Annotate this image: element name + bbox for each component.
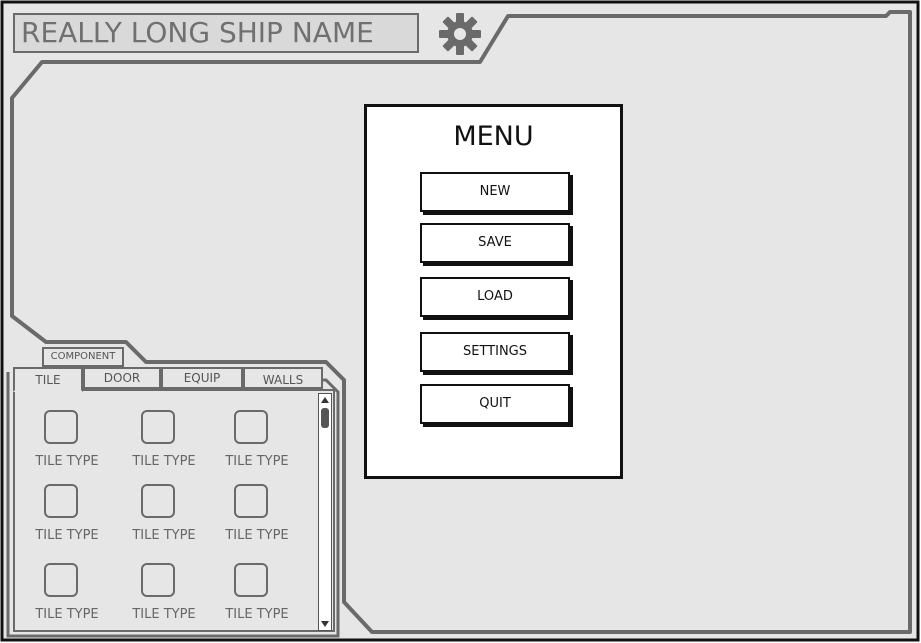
list-item[interactable]: TILE TYPE: [20, 484, 106, 554]
tile-type-icon: [44, 410, 78, 444]
ship-name-title[interactable]: REALLY LONG SHIP NAME: [13, 13, 419, 53]
tile-type-label: TILE TYPE: [132, 607, 196, 622]
tab-equip[interactable]: EQUIP: [161, 367, 243, 389]
tile-type-icon: [44, 563, 78, 597]
tile-type-icon: [44, 484, 78, 518]
gear-icon[interactable]: [436, 10, 484, 58]
tile-type-label: TILE TYPE: [132, 454, 196, 469]
tile-type-label: TILE TYPE: [225, 454, 289, 469]
tile-type-label: TILE TYPE: [225, 528, 289, 543]
list-item[interactable]: TILE TYPE: [210, 563, 296, 632]
scroll-down-arrow-icon[interactable]: [320, 619, 330, 629]
tab-tile[interactable]: TILE: [13, 367, 83, 392]
scroll-up-arrow-icon[interactable]: [320, 395, 330, 405]
list-item[interactable]: TILE TYPE: [20, 410, 106, 480]
menu-title: MENU: [453, 121, 534, 152]
tile-type-icon: [234, 563, 268, 597]
new-button[interactable]: NEW: [420, 172, 570, 212]
save-button[interactable]: SAVE: [420, 223, 570, 263]
tab-component[interactable]: COMPONENT: [42, 347, 124, 367]
tile-type-icon: [141, 410, 175, 444]
tile-type-label: TILE TYPE: [35, 454, 99, 469]
settings-button[interactable]: SETTINGS: [420, 332, 570, 372]
tile-type-icon: [234, 484, 268, 518]
tile-type-label: TILE TYPE: [35, 528, 99, 543]
tile-type-label: TILE TYPE: [225, 607, 289, 622]
list-item[interactable]: TILE TYPE: [117, 484, 203, 554]
list-item[interactable]: TILE TYPE: [20, 563, 106, 632]
tile-type-label: TILE TYPE: [35, 607, 99, 622]
list-item[interactable]: TILE TYPE: [210, 484, 296, 554]
tile-type-icon: [141, 563, 175, 597]
tile-type-icon: [234, 410, 268, 444]
scroll-thumb[interactable]: [321, 408, 329, 428]
tile-list: TILE TYPE TILE TYPE TILE TYPE TILE TYPE …: [13, 389, 319, 632]
quit-button[interactable]: QUIT: [420, 384, 570, 424]
tile-type-label: TILE TYPE: [132, 528, 196, 543]
tile-type-icon: [141, 484, 175, 518]
tab-walls[interactable]: WALLS: [243, 367, 323, 389]
list-item[interactable]: TILE TYPE: [117, 563, 203, 632]
main-menu-dialog: MENU NEW SAVE LOAD SETTINGS QUIT: [364, 104, 623, 479]
load-button[interactable]: LOAD: [420, 277, 570, 317]
list-item[interactable]: TILE TYPE: [210, 410, 296, 480]
tile-list-scrollbar[interactable]: [318, 393, 332, 631]
tab-door[interactable]: DOOR: [83, 367, 161, 389]
list-item[interactable]: TILE TYPE: [117, 410, 203, 480]
